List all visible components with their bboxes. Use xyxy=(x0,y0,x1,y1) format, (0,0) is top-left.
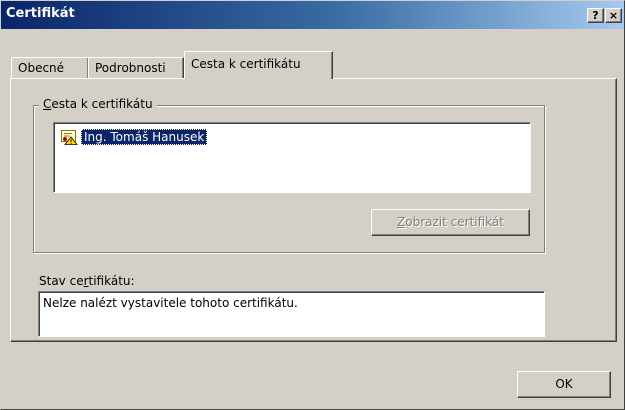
window-title: Certifikát xyxy=(6,6,75,21)
group-label-text: esta k certifikátu xyxy=(51,97,153,111)
title-bar[interactable]: Certifikát ? × xyxy=(1,1,624,29)
close-button[interactable]: × xyxy=(605,8,622,23)
certification-path-tree[interactable]: Ing. Tomáš Hanusek xyxy=(53,122,531,193)
view-certificate-button[interactable]: Zobrazit certifikát xyxy=(371,209,530,236)
view-button-mnemonic: Z xyxy=(397,215,406,229)
status-label-pre: Stav ce xyxy=(39,274,84,288)
active-tab-joint xyxy=(185,78,331,80)
ok-button-label: OK xyxy=(555,377,573,391)
tree-item[interactable]: Ing. Tomáš Hanusek xyxy=(60,128,208,146)
tab-certification-path-label: Cesta k certifikátu xyxy=(191,57,301,71)
tab-details-label: Podrobnosti xyxy=(95,61,166,75)
certificate-warning-icon xyxy=(60,129,78,145)
tree-item-label: Ing. Tomáš Hanusek xyxy=(81,129,208,145)
certification-path-group-label: Cesta k certifikátu xyxy=(39,97,157,111)
tab-details[interactable]: Podrobnosti xyxy=(88,57,184,79)
tab-certification-path[interactable]: Cesta k certifikátu xyxy=(184,51,333,79)
help-icon: ? xyxy=(592,9,599,22)
help-button[interactable]: ? xyxy=(587,8,604,23)
certificate-status-field[interactable]: Nelze nalézt vystavitele tohoto certifik… xyxy=(38,291,545,337)
tab-general[interactable]: Obecné xyxy=(11,57,89,79)
close-icon: × xyxy=(608,9,619,22)
certificate-status-text: Nelze nalézt vystavitele tohoto certifik… xyxy=(43,296,298,310)
ok-button[interactable]: OK xyxy=(517,371,611,398)
certificate-dialog: Certifikát ? × Obecné Podrobnosti Cesta … xyxy=(0,0,625,410)
view-button-text: obrazit certifikát xyxy=(405,215,504,229)
certificate-status-label: Stav certifikátu: xyxy=(39,274,135,288)
tab-general-label: Obecné xyxy=(18,61,65,75)
status-label-post: tifikátu: xyxy=(88,274,135,288)
